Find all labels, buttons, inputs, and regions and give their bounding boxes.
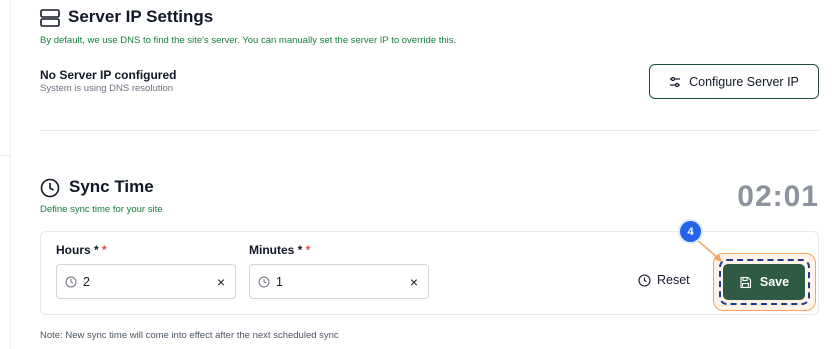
save-icon <box>739 276 752 289</box>
minutes-value: 1 <box>276 274 283 289</box>
server-ip-description: By default, we use DNS to find the site'… <box>40 35 457 46</box>
server-ip-status-title: No Server IP configured <box>40 68 177 82</box>
clock-icon <box>258 276 270 288</box>
clock-icon <box>40 178 60 203</box>
hours-required-mark: * <box>102 243 107 257</box>
minutes-label: Minutes * * <box>249 243 310 257</box>
sync-clock-display: 02:01 <box>737 180 819 213</box>
configure-server-ip-label: Configure Server IP <box>689 74 799 89</box>
hours-value: 2 <box>83 274 90 289</box>
minutes-required-mark: * <box>305 243 311 257</box>
sidebar-border <box>10 0 11 349</box>
minutes-input[interactable]: 1 × <box>249 264 429 299</box>
minutes-label-text: Minutes * <box>249 243 303 257</box>
section-divider <box>40 130 819 131</box>
clock-icon <box>65 276 77 288</box>
server-ip-title: Server IP Settings <box>68 7 214 26</box>
step-badge: 4 <box>680 221 701 242</box>
reset-label: Reset <box>657 273 690 287</box>
sliders-icon <box>669 76 681 88</box>
sync-time-title: Sync Time <box>69 177 154 196</box>
hours-label: Hours * * <box>56 243 107 257</box>
hours-label-text: Hours * <box>56 243 99 257</box>
sync-time-description: Define sync time for your site <box>40 204 163 215</box>
sidebar-divider <box>0 155 10 156</box>
save-button[interactable]: Save <box>723 264 805 300</box>
save-label: Save <box>759 275 790 289</box>
close-icon[interactable]: × <box>410 274 418 290</box>
configure-server-ip-button[interactable]: Configure Server IP <box>649 64 819 99</box>
clock-icon <box>638 273 651 287</box>
server-ip-status-subtitle: System is using DNS resolution <box>40 83 174 94</box>
hours-input[interactable]: 2 × <box>56 264 236 299</box>
server-icon <box>40 9 60 32</box>
close-icon[interactable]: × <box>217 274 225 290</box>
reset-button[interactable]: Reset <box>638 273 690 287</box>
step-pointer-arrow <box>695 238 722 262</box>
sync-time-note: Note: New sync time will come into effec… <box>40 330 339 341</box>
